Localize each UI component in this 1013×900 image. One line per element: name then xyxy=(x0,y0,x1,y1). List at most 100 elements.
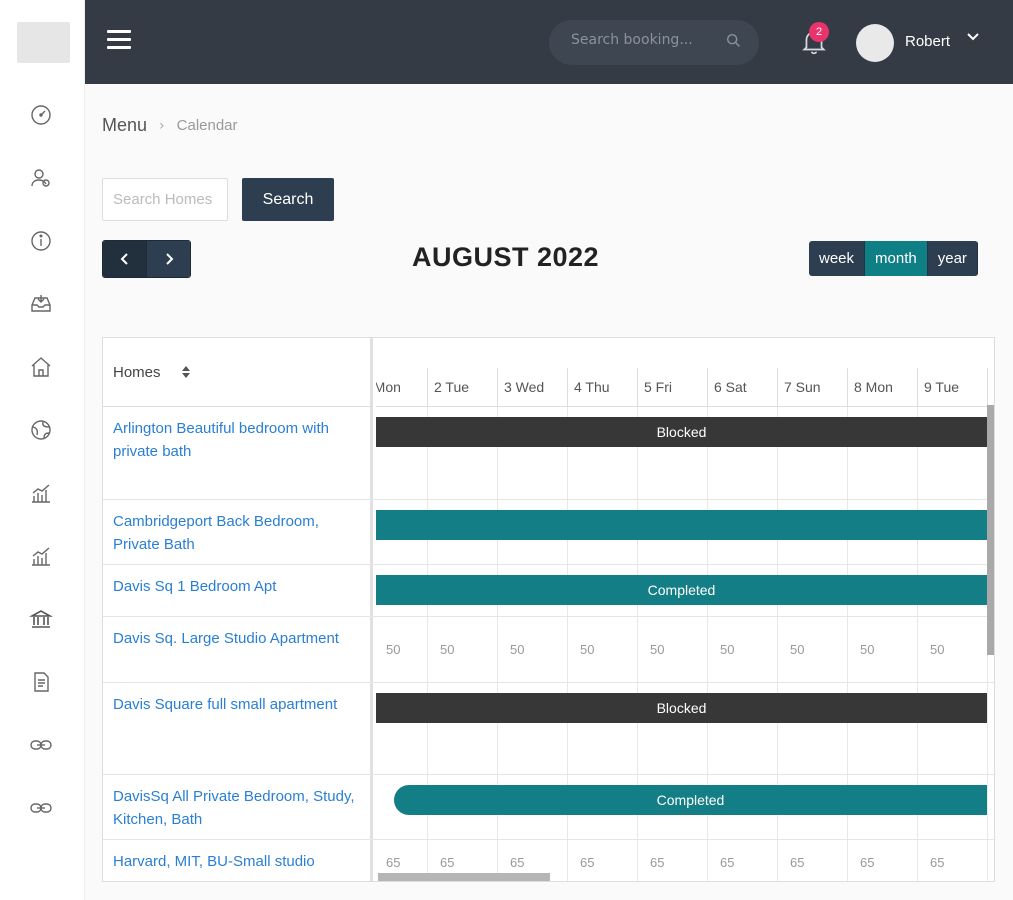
day-cell[interactable] xyxy=(708,617,778,682)
day-header: 4 Thu xyxy=(568,368,638,407)
home-link[interactable]: Davis Square full small apartment xyxy=(103,683,373,774)
day-header: 2 Tue xyxy=(428,368,498,407)
booking-search xyxy=(549,20,759,65)
resource-header-label: Homes xyxy=(113,364,161,381)
bank-icon[interactable] xyxy=(27,605,55,633)
table-row: DavisSq All Private Bedroom, Study, Kitc… xyxy=(103,775,994,840)
sort-icon[interactable] xyxy=(181,364,191,380)
table-row: Cambridgeport Back Bedroom, Private Bath xyxy=(103,500,994,565)
day-header: 6 Sat xyxy=(708,368,778,407)
day-cell[interactable] xyxy=(568,617,638,682)
search-button[interactable]: Search xyxy=(242,178,334,221)
logo[interactable] xyxy=(17,22,70,63)
home-link[interactable]: Cambridgeport Back Bedroom, Private Bath xyxy=(103,500,373,564)
table-row: Arlington Beautiful bedroom with private… xyxy=(103,407,994,500)
info-icon[interactable] xyxy=(27,227,55,255)
booking-search-input[interactable] xyxy=(571,32,711,48)
blocked-booking-bar[interactable]: Blocked xyxy=(376,693,987,723)
nightly-price: 50 xyxy=(440,642,455,657)
day-cell[interactable] xyxy=(778,617,848,682)
day-cell[interactable] xyxy=(638,840,708,881)
day-cell[interactable] xyxy=(848,617,918,682)
globe-icon[interactable] xyxy=(27,416,55,444)
home-search-input[interactable] xyxy=(102,178,228,221)
notification-badge[interactable]: 2 xyxy=(809,22,829,42)
document-icon[interactable] xyxy=(27,668,55,696)
day-cell[interactable] xyxy=(638,617,708,682)
completed-booking-bar[interactable]: Completed xyxy=(376,575,987,605)
username[interactable]: Robert xyxy=(905,33,950,50)
breadcrumb-current: Calendar xyxy=(176,117,238,134)
day-cell[interactable] xyxy=(918,840,988,881)
nightly-price: 65 xyxy=(860,854,875,870)
day-cell[interactable] xyxy=(848,840,918,881)
nightly-price: 65 xyxy=(440,854,455,870)
chart-icon[interactable] xyxy=(27,479,55,507)
day-header: 9 Tue xyxy=(918,368,988,407)
day-header: 1 Mon xyxy=(376,368,428,407)
next-button[interactable] xyxy=(147,241,190,277)
day-cell[interactable] xyxy=(708,840,778,881)
completed-booking-bar[interactable]: Completed xyxy=(394,785,987,815)
day-cell[interactable] xyxy=(498,617,568,682)
breadcrumb-separator: › xyxy=(159,117,165,134)
nightly-price: 65 xyxy=(790,854,805,870)
calendar-title: AUGUST 2022 xyxy=(412,242,600,272)
link-icon[interactable] xyxy=(27,794,55,822)
day-cell[interactable] xyxy=(778,840,848,881)
chevron-left-icon xyxy=(120,253,128,265)
menu-toggle-icon[interactable] xyxy=(107,30,131,52)
resource-header: Homes xyxy=(103,338,373,407)
completed-booking-bar[interactable] xyxy=(376,510,987,540)
nightly-price: 50 xyxy=(860,642,875,657)
view-month-button[interactable]: month xyxy=(865,241,928,276)
day-header: 5 Fri xyxy=(638,368,708,407)
calendar-nav xyxy=(102,240,191,278)
home-link[interactable]: DavisSq All Private Bedroom, Study, Kitc… xyxy=(103,775,373,839)
prev-button[interactable] xyxy=(103,241,147,277)
vertical-scrollbar[interactable] xyxy=(987,405,994,655)
avatar[interactable] xyxy=(856,24,894,62)
view-switcher: week month year xyxy=(809,241,978,276)
horizontal-scrollbar[interactable] xyxy=(378,873,550,881)
calendar-timeline: Homes 1 Mon2 Tue3 Wed4 Thu5 Fri6 Sat7 Su… xyxy=(102,337,995,882)
chevron-right-icon xyxy=(165,253,173,265)
table-row: Davis Sq. Large Studio Apartment 50 50 50 50… xyxy=(103,617,994,683)
table-row: Davis Sq 1 Bedroom Apt Completed xyxy=(103,565,994,617)
view-week-button[interactable]: week xyxy=(809,241,866,276)
nightly-price: 50 xyxy=(386,642,401,657)
search-icon[interactable] xyxy=(725,32,743,50)
nightly-price: 65 xyxy=(720,854,735,870)
home-link[interactable]: Davis Sq 1 Bedroom Apt xyxy=(103,565,373,616)
breadcrumb-menu[interactable]: Menu xyxy=(102,115,147,136)
inbox-icon[interactable] xyxy=(27,290,55,318)
day-cell[interactable] xyxy=(918,617,988,682)
nightly-price: 50 xyxy=(580,642,595,657)
home-icon[interactable] xyxy=(27,353,55,381)
dashboard-icon[interactable] xyxy=(27,101,55,129)
day-header: 8 Mon xyxy=(848,368,918,407)
breadcrumb: Menu › Calendar xyxy=(102,115,238,136)
nightly-price: 50 xyxy=(650,642,665,657)
chevron-down-icon[interactable] xyxy=(965,30,981,44)
view-year-button[interactable]: year xyxy=(927,241,978,276)
day-cell[interactable] xyxy=(428,617,498,682)
users-icon[interactable] xyxy=(27,164,55,192)
nightly-price: 50 xyxy=(720,642,735,657)
day-cell[interactable] xyxy=(568,840,638,881)
blocked-booking-bar[interactable]: Blocked xyxy=(376,417,987,447)
nightly-price: 50 xyxy=(930,642,945,657)
home-link[interactable]: Davis Sq. Large Studio Apartment xyxy=(103,617,373,682)
main-content: Menu › Calendar Search AUGUST 2022 week … xyxy=(85,84,1013,900)
chart-icon[interactable] xyxy=(27,542,55,570)
nightly-price: 65 xyxy=(650,854,665,870)
nightly-price: 50 xyxy=(790,642,805,657)
nightly-price: 65 xyxy=(386,854,401,870)
link-icon[interactable] xyxy=(27,731,55,759)
home-link[interactable]: Arlington Beautiful bedroom with private… xyxy=(103,407,373,499)
home-link[interactable]: Harvard, MIT, BU-Small studio xyxy=(103,840,373,881)
nightly-price: 65 xyxy=(510,854,525,870)
nightly-price: 65 xyxy=(930,854,945,870)
day-cell[interactable] xyxy=(376,617,428,682)
days-header: 1 Mon2 Tue3 Wed4 Thu5 Fri6 Sat7 Sun8 Mon… xyxy=(376,368,994,407)
